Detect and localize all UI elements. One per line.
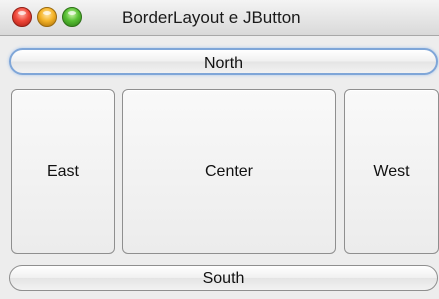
content-pane: North East Center West South: [0, 36, 439, 299]
west-button-label: West: [373, 162, 410, 180]
east-button[interactable]: East: [11, 89, 115, 254]
application-window: BorderLayout e JButton North East Center…: [0, 0, 439, 299]
window-title: BorderLayout e JButton: [122, 8, 301, 27]
title-bar[interactable]: BorderLayout e JButton: [0, 0, 439, 36]
west-button[interactable]: West: [344, 89, 439, 254]
south-button[interactable]: South: [9, 265, 438, 291]
zoom-icon[interactable]: [62, 7, 82, 27]
east-button-label: East: [46, 162, 79, 180]
close-icon[interactable]: [12, 7, 32, 27]
center-button-label: Center: [204, 162, 254, 180]
minimize-icon[interactable]: [37, 7, 57, 27]
north-button[interactable]: North: [9, 48, 438, 75]
center-button[interactable]: Center: [122, 89, 336, 254]
